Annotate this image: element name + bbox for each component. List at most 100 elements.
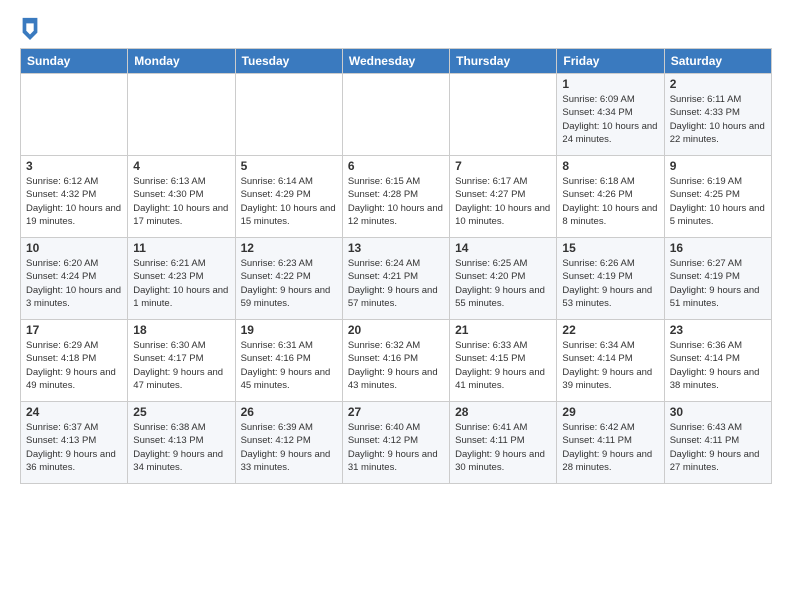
- day-info: Sunrise: 6:33 AM Sunset: 4:15 PM Dayligh…: [455, 339, 551, 392]
- day-info: Sunrise: 6:40 AM Sunset: 4:12 PM Dayligh…: [348, 421, 444, 474]
- day-info: Sunrise: 6:19 AM Sunset: 4:25 PM Dayligh…: [670, 175, 766, 228]
- week-row-3: 10 Sunrise: 6:20 AM Sunset: 4:24 PM Dayli…: [21, 238, 772, 320]
- day-info: Sunrise: 6:36 AM Sunset: 4:14 PM Dayligh…: [670, 339, 766, 392]
- day-cell: 23 Sunrise: 6:36 AM Sunset: 4:14 PM Dayli…: [664, 320, 771, 402]
- day-number: 19: [241, 323, 337, 337]
- day-cell: 1 Sunrise: 6:09 AM Sunset: 4:34 PM Daylig…: [557, 74, 664, 156]
- day-info: Sunrise: 6:23 AM Sunset: 4:22 PM Dayligh…: [241, 257, 337, 310]
- header: [20, 16, 772, 40]
- day-number: 13: [348, 241, 444, 255]
- week-row-2: 3Sunrise: 6:12 AM Sunset: 4:32 PM Daylig…: [21, 156, 772, 238]
- week-row-1: 1 Sunrise: 6:09 AM Sunset: 4:34 PM Daylig…: [21, 74, 772, 156]
- day-number: 23: [670, 323, 766, 337]
- day-info: Sunrise: 6:32 AM Sunset: 4:16 PM Dayligh…: [348, 339, 444, 392]
- day-number: 29: [562, 405, 658, 419]
- day-cell: 9 Sunrise: 6:19 AM Sunset: 4:25 PM Daylig…: [664, 156, 771, 238]
- weekday-tuesday: Tuesday: [235, 49, 342, 74]
- day-info: Sunrise: 6:31 AM Sunset: 4:16 PM Dayligh…: [241, 339, 337, 392]
- weekday-thursday: Thursday: [450, 49, 557, 74]
- day-info: Sunrise: 6:24 AM Sunset: 4:21 PM Dayligh…: [348, 257, 444, 310]
- day-cell: 28 Sunrise: 6:41 AM Sunset: 4:11 PM Dayli…: [450, 402, 557, 484]
- day-info: Sunrise: 6:15 AM Sunset: 4:28 PM Dayligh…: [348, 175, 444, 228]
- day-cell: 15 Sunrise: 6:26 AM Sunset: 4:19 PM Dayli…: [557, 238, 664, 320]
- day-cell: 13 Sunrise: 6:24 AM Sunset: 4:21 PM Dayli…: [342, 238, 449, 320]
- day-info: Sunrise: 6:09 AM Sunset: 4:34 PM Dayligh…: [562, 93, 658, 146]
- day-cell: 18 Sunrise: 6:30 AM Sunset: 4:17 PM Dayli…: [128, 320, 235, 402]
- day-number: 26: [241, 405, 337, 419]
- day-number: 15: [562, 241, 658, 255]
- day-number: 16: [670, 241, 766, 255]
- day-cell: 6 Sunrise: 6:15 AM Sunset: 4:28 PM Daylig…: [342, 156, 449, 238]
- day-cell: 24 Sunrise: 6:37 AM Sunset: 4:13 PM Dayli…: [21, 402, 128, 484]
- day-cell: [128, 74, 235, 156]
- day-cell: 14 Sunrise: 6:25 AM Sunset: 4:20 PM Dayli…: [450, 238, 557, 320]
- day-cell: 29 Sunrise: 6:42 AM Sunset: 4:11 PM Dayli…: [557, 402, 664, 484]
- week-row-4: 17Sunrise: 6:29 AM Sunset: 4:18 PM Dayli…: [21, 320, 772, 402]
- day-number: 24: [26, 405, 122, 419]
- day-number: 11: [133, 241, 229, 255]
- day-number: 9: [670, 159, 766, 173]
- day-cell: 20 Sunrise: 6:32 AM Sunset: 4:16 PM Dayli…: [342, 320, 449, 402]
- day-number: 28: [455, 405, 551, 419]
- day-cell: 2Sunrise: 6:11 AM Sunset: 4:33 PM Daylig…: [664, 74, 771, 156]
- day-info: Sunrise: 6:43 AM Sunset: 4:11 PM Dayligh…: [670, 421, 766, 474]
- day-cell: 17Sunrise: 6:29 AM Sunset: 4:18 PM Dayli…: [21, 320, 128, 402]
- day-number: 3: [26, 159, 122, 173]
- page: SundayMondayTuesdayWednesdayThursdayFrid…: [0, 0, 792, 612]
- day-cell: 5 Sunrise: 6:14 AM Sunset: 4:29 PM Daylig…: [235, 156, 342, 238]
- day-cell: 4 Sunrise: 6:13 AM Sunset: 4:30 PM Daylig…: [128, 156, 235, 238]
- day-number: 21: [455, 323, 551, 337]
- day-number: 25: [133, 405, 229, 419]
- day-number: 7: [455, 159, 551, 173]
- day-cell: 8 Sunrise: 6:18 AM Sunset: 4:26 PM Daylig…: [557, 156, 664, 238]
- weekday-saturday: Saturday: [664, 49, 771, 74]
- day-info: Sunrise: 6:18 AM Sunset: 4:26 PM Dayligh…: [562, 175, 658, 228]
- day-cell: 27Sunrise: 6:40 AM Sunset: 4:12 PM Dayli…: [342, 402, 449, 484]
- weekday-wednesday: Wednesday: [342, 49, 449, 74]
- day-cell: 7 Sunrise: 6:17 AM Sunset: 4:27 PM Daylig…: [450, 156, 557, 238]
- day-info: Sunrise: 6:25 AM Sunset: 4:20 PM Dayligh…: [455, 257, 551, 310]
- weekday-header-row: SundayMondayTuesdayWednesdayThursdayFrid…: [21, 49, 772, 74]
- day-cell: 22Sunrise: 6:34 AM Sunset: 4:14 PM Dayli…: [557, 320, 664, 402]
- day-info: Sunrise: 6:37 AM Sunset: 4:13 PM Dayligh…: [26, 421, 122, 474]
- day-number: 5: [241, 159, 337, 173]
- day-info: Sunrise: 6:29 AM Sunset: 4:18 PM Dayligh…: [26, 339, 122, 392]
- day-number: 8: [562, 159, 658, 173]
- day-cell: [235, 74, 342, 156]
- day-number: 4: [133, 159, 229, 173]
- day-number: 6: [348, 159, 444, 173]
- day-info: Sunrise: 6:42 AM Sunset: 4:11 PM Dayligh…: [562, 421, 658, 474]
- weekday-sunday: Sunday: [21, 49, 128, 74]
- week-row-5: 24 Sunrise: 6:37 AM Sunset: 4:13 PM Dayli…: [21, 402, 772, 484]
- calendar: SundayMondayTuesdayWednesdayThursdayFrid…: [20, 48, 772, 484]
- logo: [20, 16, 44, 40]
- day-info: Sunrise: 6:21 AM Sunset: 4:23 PM Dayligh…: [133, 257, 229, 310]
- day-info: Sunrise: 6:30 AM Sunset: 4:17 PM Dayligh…: [133, 339, 229, 392]
- day-info: Sunrise: 6:41 AM Sunset: 4:11 PM Dayligh…: [455, 421, 551, 474]
- day-info: Sunrise: 6:14 AM Sunset: 4:29 PM Dayligh…: [241, 175, 337, 228]
- day-number: 18: [133, 323, 229, 337]
- day-number: 22: [562, 323, 658, 337]
- day-cell: 25 Sunrise: 6:38 AM Sunset: 4:13 PM Dayli…: [128, 402, 235, 484]
- day-info: Sunrise: 6:38 AM Sunset: 4:13 PM Dayligh…: [133, 421, 229, 474]
- day-cell: [342, 74, 449, 156]
- day-number: 10: [26, 241, 122, 255]
- day-info: Sunrise: 6:17 AM Sunset: 4:27 PM Dayligh…: [455, 175, 551, 228]
- day-cell: 12 Sunrise: 6:23 AM Sunset: 4:22 PM Dayli…: [235, 238, 342, 320]
- day-info: Sunrise: 6:26 AM Sunset: 4:19 PM Dayligh…: [562, 257, 658, 310]
- day-info: Sunrise: 6:20 AM Sunset: 4:24 PM Dayligh…: [26, 257, 122, 310]
- day-info: Sunrise: 6:11 AM Sunset: 4:33 PM Dayligh…: [670, 93, 766, 146]
- day-number: 12: [241, 241, 337, 255]
- day-info: Sunrise: 6:13 AM Sunset: 4:30 PM Dayligh…: [133, 175, 229, 228]
- day-number: 1: [562, 77, 658, 91]
- day-number: 14: [455, 241, 551, 255]
- day-cell: [450, 74, 557, 156]
- day-cell: 26 Sunrise: 6:39 AM Sunset: 4:12 PM Dayli…: [235, 402, 342, 484]
- day-cell: 21 Sunrise: 6:33 AM Sunset: 4:15 PM Dayli…: [450, 320, 557, 402]
- day-info: Sunrise: 6:39 AM Sunset: 4:12 PM Dayligh…: [241, 421, 337, 474]
- day-number: 20: [348, 323, 444, 337]
- day-info: Sunrise: 6:27 AM Sunset: 4:19 PM Dayligh…: [670, 257, 766, 310]
- day-number: 30: [670, 405, 766, 419]
- day-cell: 10 Sunrise: 6:20 AM Sunset: 4:24 PM Dayli…: [21, 238, 128, 320]
- day-cell: 11 Sunrise: 6:21 AM Sunset: 4:23 PM Dayli…: [128, 238, 235, 320]
